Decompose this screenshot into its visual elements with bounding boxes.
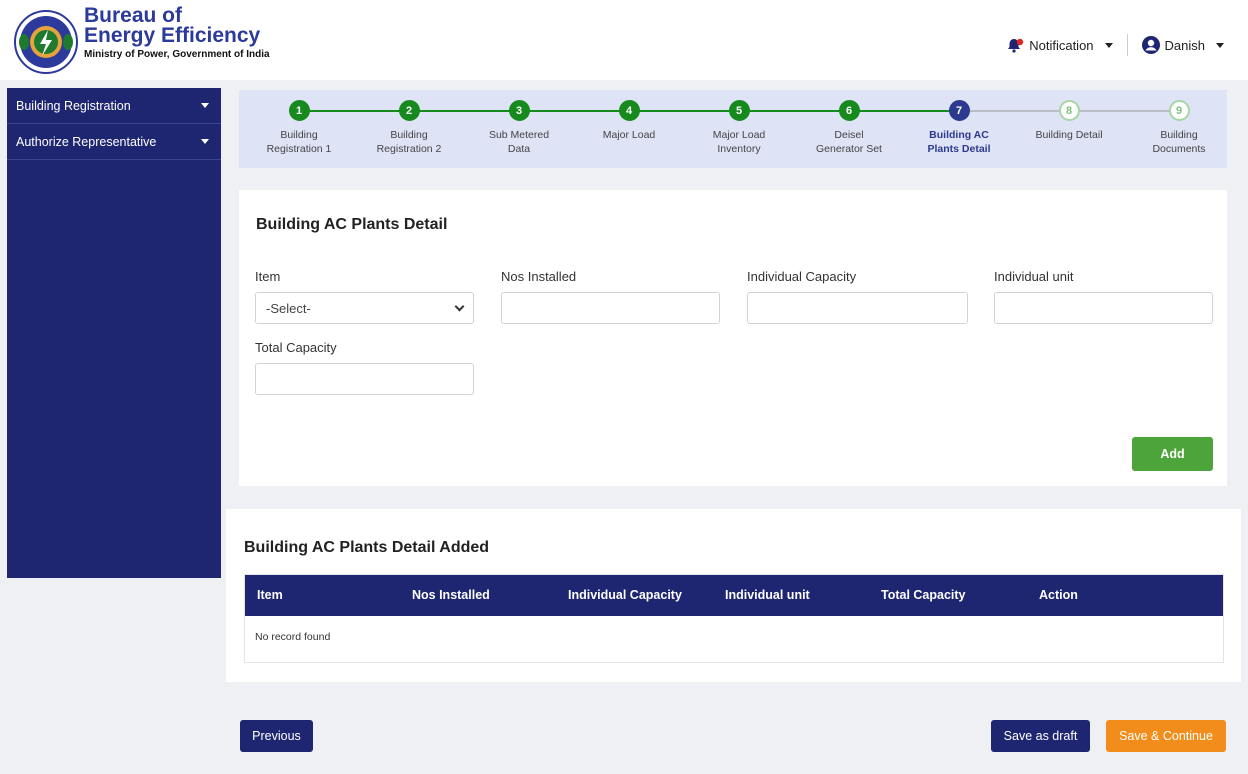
- step-label: Sub Metered Data: [488, 129, 550, 155]
- step-label: Building Registration 1: [266, 129, 332, 155]
- table-header: Item Nos Installed Individual Capacity I…: [245, 575, 1223, 616]
- total-capacity-input[interactable]: [255, 363, 474, 395]
- chevron-down-icon: [201, 139, 209, 144]
- step-4[interactable]: 4 Major Load: [574, 100, 684, 142]
- step-5[interactable]: 5 Major Load Inventory: [684, 100, 794, 156]
- step-label: Building Registration 2: [376, 129, 442, 155]
- progress-stepper: 1 Building Registration 1 2 Building Regis…: [239, 90, 1227, 168]
- individual-unit-label: Individual unit: [994, 269, 1074, 284]
- step-2[interactable]: 2 Building Registration 2: [354, 100, 464, 156]
- chevron-down-icon: [454, 301, 465, 311]
- user-circle-icon: [1141, 36, 1160, 54]
- individual-capacity-input[interactable]: [747, 292, 968, 324]
- individual-capacity-label: Individual Capacity: [747, 269, 857, 284]
- notification-label: Notification: [1029, 37, 1094, 53]
- chevron-down-icon: [201, 103, 209, 108]
- top-header: Bureau of Energy Efficiency Ministry of …: [0, 0, 1248, 80]
- bell-icon: [1008, 38, 1024, 53]
- column-header-nos-installed: Nos Installed: [412, 588, 490, 602]
- ac-plants-form-card: Building AC Plants Detail Item -Select- …: [239, 190, 1227, 486]
- step-label: Building Detail: [1035, 129, 1103, 141]
- brand-line-2: Energy Efficiency: [84, 24, 261, 47]
- save-draft-button[interactable]: Save as draft: [991, 720, 1090, 752]
- individual-unit-input[interactable]: [994, 292, 1213, 324]
- step-number: 7: [948, 100, 970, 121]
- step-number: 3: [508, 100, 530, 121]
- column-header-total-capacity: Total Capacity: [881, 588, 966, 602]
- brand-subtitle: Ministry of Power, Government of India: [84, 49, 270, 60]
- step-number: 1: [288, 100, 310, 121]
- column-header-action: Action: [1039, 588, 1078, 602]
- sidebar-item-label: Authorize Representative: [16, 134, 157, 149]
- step-number: 4: [618, 100, 640, 121]
- step-number: 5: [728, 100, 750, 121]
- empty-state-text: No record found: [255, 631, 331, 643]
- user-name: Danish: [1164, 37, 1205, 53]
- total-capacity-label: Total Capacity: [255, 340, 337, 355]
- step-number: 9: [1168, 100, 1190, 121]
- step-label: Major Load: [602, 129, 656, 141]
- step-label: Building AC Plants Detail: [927, 129, 991, 155]
- form-title: Building AC Plants Detail: [256, 216, 448, 233]
- item-label: Item: [255, 269, 281, 284]
- table-title: Building AC Plants Detail Added: [244, 539, 490, 556]
- sidebar-item-authorize-representative[interactable]: Authorize Representative: [7, 124, 221, 160]
- previous-button[interactable]: Previous: [240, 720, 313, 752]
- nos-installed-label: Nos Installed: [501, 269, 577, 284]
- step-number: 2: [398, 100, 420, 121]
- step-7[interactable]: 7 Building AC Plants Detail: [904, 100, 1014, 156]
- brand: Bureau of Energy Efficiency Ministry of …: [84, 4, 270, 60]
- header-divider: [1126, 34, 1128, 56]
- step-label: Deisel Generator Set: [816, 129, 882, 155]
- nos-installed-input[interactable]: [501, 292, 720, 324]
- sidebar-item-label: Building Registration: [16, 98, 131, 113]
- step-8[interactable]: 8 Building Detail: [1014, 100, 1124, 142]
- notification-menu[interactable]: Notification: [1007, 37, 1113, 53]
- step-9[interactable]: 9 Building Documents: [1124, 100, 1234, 156]
- step-6[interactable]: 6 Deisel Generator Set: [794, 100, 904, 156]
- bee-logo: [14, 10, 78, 74]
- user-menu[interactable]: Danish: [1141, 36, 1224, 54]
- sidebar: Building Registration Authorize Represen…: [7, 88, 221, 578]
- column-header-individual-capacity: Individual Capacity: [568, 588, 682, 602]
- records-table: Item Nos Installed Individual Capacity I…: [244, 574, 1224, 663]
- step-label: Major Load Inventory: [712, 129, 766, 155]
- chevron-down-icon: [1216, 42, 1224, 48]
- step-label: Building Documents: [1152, 129, 1206, 155]
- step-number: 8: [1058, 100, 1080, 121]
- sidebar-item-building-registration[interactable]: Building Registration: [7, 88, 221, 124]
- add-button[interactable]: Add: [1132, 437, 1213, 471]
- item-select[interactable]: -Select-: [255, 292, 474, 324]
- item-select-value: -Select-: [266, 300, 311, 316]
- brand-line-1: Bureau of: [84, 4, 183, 27]
- save-continue-button[interactable]: Save & Continue: [1106, 720, 1226, 752]
- column-header-individual-unit: Individual unit: [725, 588, 810, 602]
- step-3[interactable]: 3 Sub Metered Data: [464, 100, 574, 156]
- added-records-card: Building AC Plants Detail Added Item Nos…: [226, 509, 1241, 682]
- step-1[interactable]: 1 Building Registration 1: [244, 100, 354, 156]
- step-number: 6: [838, 100, 860, 121]
- chevron-down-icon: [1104, 42, 1113, 48]
- header-actions: Notification Danish: [1007, 34, 1224, 56]
- column-header-item: Item: [257, 588, 283, 602]
